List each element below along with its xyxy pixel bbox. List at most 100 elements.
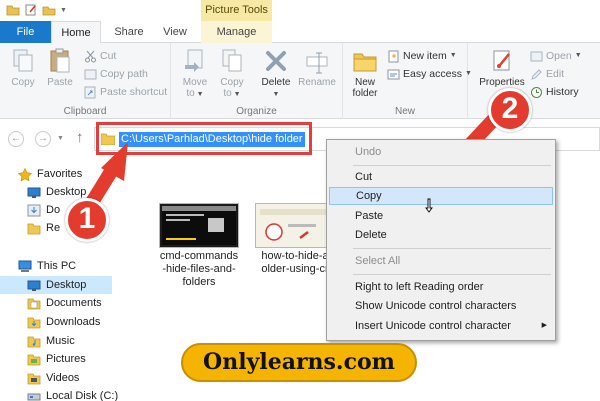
menu-item-select-all[interactable]: Select All (329, 252, 553, 270)
new-item-button[interactable]: New item ▼ (387, 48, 457, 64)
open-icon (530, 51, 543, 61)
tree-item-documents[interactable]: Documents (27, 294, 102, 312)
copy-path-button[interactable]: Copy path (84, 66, 148, 82)
scissors-icon (85, 50, 96, 62)
copy-path-label: Copy path (100, 68, 148, 80)
history-icon (531, 86, 542, 98)
move-to-button[interactable]: Move to ▼ (179, 47, 211, 99)
videos-icon (27, 373, 41, 384)
tree-item-fav-downloads[interactable]: Do (27, 201, 60, 219)
properties-icon[interactable] (24, 3, 38, 17)
desktop-icon (27, 280, 41, 291)
up-button[interactable]: ↑ (76, 129, 84, 146)
tree-item-label: Local Disk (C:) (46, 390, 119, 401)
chevron-down-icon: ▼ (272, 91, 280, 98)
downloads-icon (27, 204, 41, 216)
new-folder-button[interactable]: New folder (348, 47, 382, 99)
music-icon (27, 336, 41, 347)
tree-item-music[interactable]: Music (27, 332, 75, 350)
tree-item-label: Desktop (46, 279, 87, 291)
new-folder-icon (353, 53, 377, 72)
menu-item-paste[interactable]: Paste (329, 207, 553, 225)
recent-locations-dropdown[interactable]: ▼ (57, 135, 64, 142)
file-thumbnail-hide-folder[interactable] (255, 203, 335, 248)
edit-label: Edit (546, 68, 565, 80)
tab-file[interactable]: File (0, 21, 51, 43)
paste-icon (50, 48, 70, 73)
tree-item-favorites[interactable]: Favorites (18, 165, 82, 183)
cut-button[interactable]: Cut (84, 48, 116, 64)
tree-item-fav-desktop[interactable]: Desktop (27, 183, 86, 201)
file-label-cmd[interactable]: cmd-commands -hide-files-and- folders (154, 250, 244, 289)
menu-item-show-unicode[interactable]: Show Unicode control characters (329, 297, 553, 315)
delete-label: Delete (261, 77, 291, 88)
tree-item-label: Pictures (46, 353, 86, 365)
tree-item-this-pc[interactable]: This PC (18, 257, 76, 275)
watermark-banner: Onlylearns.com (181, 343, 417, 382)
new-group-label: New (394, 106, 415, 117)
back-button[interactable]: ← (8, 131, 24, 147)
paste-button[interactable]: Paste (43, 47, 77, 88)
copy-to-icon (222, 49, 242, 72)
copy-label: Copy (11, 77, 35, 88)
organize-group: Move to ▼ Copy to ▼ Delete ▼ Rename Orga… (171, 43, 343, 119)
move-to-label: Move (182, 77, 208, 88)
tree-item-label: Documents (46, 297, 102, 309)
menu-item-cut[interactable]: Cut (329, 168, 553, 186)
address-highlight-box (96, 122, 312, 155)
menu-item-insert-unicode[interactable]: Insert Unicode control character ▶ (329, 317, 553, 335)
copy-icon (13, 49, 33, 72)
rename-label: Rename (298, 77, 336, 88)
pictures-icon (27, 354, 41, 365)
tree-item-local-disk[interactable]: Local Disk (C:) (27, 387, 118, 401)
file-thumbnail-cmd[interactable] (159, 203, 239, 248)
tree-item-label: This PC (37, 260, 77, 272)
tree-item-label: Videos (46, 372, 80, 384)
context-menu: Undo Cut Copy Paste Delete Select All Ri… (326, 139, 556, 341)
clipboard-group: Copy Paste Cut Copy path Paste shortcut … (0, 43, 171, 119)
tab-view[interactable]: View (153, 21, 197, 43)
copy-to-label: Copy (220, 77, 244, 88)
new-folder-label-2: folder (352, 88, 378, 99)
menu-item-undo[interactable]: Undo (329, 143, 553, 161)
tab-home[interactable]: Home (51, 21, 101, 44)
mouse-cursor-icon (425, 198, 433, 213)
easy-access-button[interactable]: Easy access ▼ (387, 66, 472, 82)
new-folder-icon[interactable] (42, 3, 56, 17)
menu-separator (353, 274, 551, 275)
step-badge-2: 2 (488, 88, 532, 132)
customize-toolbar-icon[interactable]: ▼ (60, 7, 67, 14)
edit-button[interactable]: Edit (530, 66, 564, 82)
rename-icon (306, 52, 328, 74)
properties-button[interactable]: Properties (474, 47, 530, 88)
paste-shortcut-icon (84, 86, 96, 98)
tree-item-pictures[interactable]: Pictures (27, 350, 86, 368)
tab-manage[interactable]: Manage (201, 21, 272, 43)
copy-button[interactable]: Copy (6, 47, 40, 88)
delete-button[interactable]: Delete ▼ (258, 47, 294, 99)
menu-item-copy[interactable]: Copy (329, 187, 553, 205)
star-icon (18, 167, 32, 181)
copy-to-button[interactable]: Copy to ▼ (216, 47, 248, 99)
tab-share[interactable]: Share (105, 21, 153, 43)
menu-item-rtl-reading-order[interactable]: Right to left Reading order (329, 278, 553, 296)
history-button[interactable]: History (530, 84, 579, 100)
step-badge-1: 1 (65, 198, 109, 242)
copy-path-icon (84, 69, 97, 79)
tree-item-label: Do (46, 204, 61, 216)
submenu-arrow-icon: ▶ (541, 322, 547, 329)
chevron-down-icon: ▼ (231, 91, 241, 98)
properties-label: Properties (479, 77, 525, 88)
forward-button[interactable]: → (35, 131, 51, 147)
tree-item-downloads[interactable]: Downloads (27, 313, 100, 331)
menu-item-delete[interactable]: Delete (329, 226, 553, 244)
delete-x-icon (266, 51, 286, 71)
open-button[interactable]: Open ▼ (530, 48, 582, 64)
tree-item-desktop[interactable]: Desktop (0, 276, 112, 294)
properties-icon (493, 50, 510, 71)
rename-button[interactable]: Rename (297, 47, 337, 88)
paste-shortcut-button[interactable]: Paste shortcut (84, 84, 167, 100)
tree-item-fav-recent[interactable]: Re (27, 219, 60, 237)
cut-label: Cut (100, 50, 117, 62)
tree-item-videos[interactable]: Videos (27, 369, 79, 387)
